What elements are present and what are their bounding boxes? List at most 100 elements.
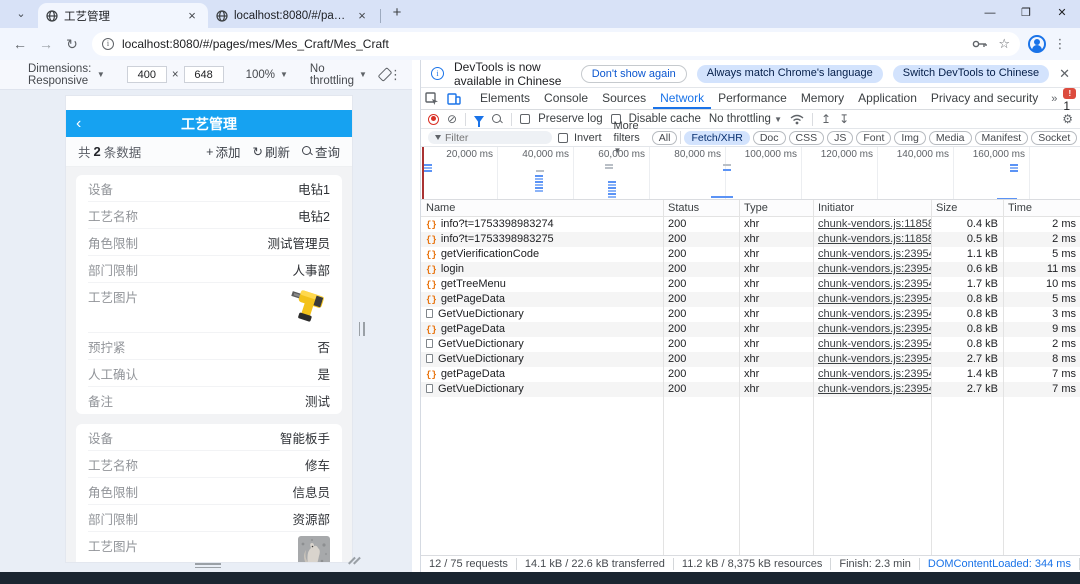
filter-chip-font[interactable]: Font — [856, 131, 891, 145]
table-row[interactable]: {}getTreeMenu200xhrchunk-vendors.js:2395… — [421, 277, 1080, 292]
invert-checkbox[interactable] — [558, 133, 568, 143]
issues-indicator[interactable]: ! 1 — [1063, 85, 1076, 113]
table-row[interactable]: {}info?t=1753398983274200xhrchunk-vendor… — [421, 217, 1080, 232]
filter-chip-manifest[interactable]: Manifest — [975, 131, 1029, 145]
password-key-icon[interactable] — [972, 39, 988, 49]
refresh-button[interactable]: ↻刷新 — [252, 142, 290, 161]
filter-chip-img[interactable]: Img — [894, 131, 926, 145]
height-input[interactable] — [184, 66, 224, 83]
column-header-status[interactable]: Status — [663, 200, 739, 216]
bookmark-star-icon[interactable]: ☆ — [998, 36, 1010, 52]
craft-image-drill[interactable] — [290, 287, 330, 325]
browser-menu-icon[interactable]: ⋮ — [1048, 36, 1072, 52]
filter-chip-all[interactable]: All — [652, 131, 678, 145]
throttling-select[interactable]: No throttling ▼ — [709, 113, 782, 125]
table-row[interactable]: GetVueDictionary200xhrchunk-vendors.js:2… — [421, 352, 1080, 367]
network-settings-gear-icon[interactable]: ⚙ — [1062, 112, 1073, 126]
export-har-icon[interactable]: ↧ — [839, 112, 849, 126]
preserve-log-checkbox[interactable] — [520, 114, 530, 124]
column-header-type[interactable]: Type — [739, 200, 813, 216]
filter-funnel-icon[interactable] — [474, 116, 484, 123]
table-row[interactable]: {}getPageData200xhrchunk-vendors.js:2395… — [421, 322, 1080, 337]
devtools-tab-network[interactable]: Network — [653, 88, 711, 109]
back-button[interactable]: ← — [8, 36, 32, 52]
filter-chip-socket[interactable]: Socket — [1031, 131, 1077, 145]
craft-image-squirrel[interactable] — [298, 536, 330, 562]
devtools-tab-privacy-and-security[interactable]: Privacy and security — [924, 88, 1045, 109]
width-input[interactable] — [127, 66, 167, 83]
column-header-time[interactable]: Time — [1003, 200, 1080, 216]
record-button[interactable] — [428, 114, 439, 125]
initiator-link[interactable]: chunk-vendors.js:23954 — [818, 368, 931, 380]
table-row[interactable]: {}getVierificationCode200xhrchunk-vendor… — [421, 247, 1080, 262]
network-overview-timeline[interactable]: 20,000 ms40,000 ms60,000 ms80,000 ms100,… — [421, 147, 1080, 200]
filter-input[interactable] — [445, 132, 545, 144]
filter-chip-media[interactable]: Media — [929, 131, 972, 145]
table-row[interactable]: {}getPageData200xhrchunk-vendors.js:2395… — [421, 292, 1080, 307]
table-row[interactable]: {}info?t=1753398983275200xhrchunk-vendor… — [421, 232, 1080, 247]
tab-close-icon[interactable]: × — [184, 8, 200, 23]
tab-search-button[interactable]: ⌄ — [8, 5, 34, 25]
device-toolbar-toggle-icon[interactable] — [447, 93, 469, 105]
search-icon[interactable] — [492, 114, 503, 125]
initiator-link[interactable]: chunk-vendors.js:23954 — [818, 248, 931, 260]
dont-show-again-button[interactable]: Don't show again — [581, 65, 687, 83]
devtools-tab-elements[interactable]: Elements — [473, 88, 537, 109]
initiator-link[interactable]: chunk-vendors.js:23954 — [818, 353, 931, 365]
initiator-link[interactable]: chunk-vendors.js:23954 — [818, 338, 931, 350]
pane-splitter[interactable] — [412, 60, 420, 572]
table-row[interactable]: GetVueDictionary200xhrchunk-vendors.js:2… — [421, 307, 1080, 322]
add-button[interactable]: +添加 — [206, 142, 240, 161]
throttle-select[interactable]: No throttling ▼ — [310, 63, 367, 87]
devtools-tab-performance[interactable]: Performance — [711, 88, 794, 109]
devtools-tab-sources[interactable]: Sources — [595, 88, 653, 109]
minimize-button[interactable]: — — [972, 0, 1008, 28]
site-info-icon[interactable]: i — [102, 38, 114, 50]
resize-handle-corner[interactable] — [348, 556, 357, 565]
filter-chip-js[interactable]: JS — [827, 131, 853, 145]
clear-icon[interactable]: ⊘ — [447, 112, 457, 126]
back-chevron-icon[interactable]: ‹ — [76, 110, 81, 137]
initiator-link[interactable]: chunk-vendors.js:23954 — [818, 263, 931, 275]
column-header-name[interactable]: Name — [421, 200, 663, 216]
devtools-tab-application[interactable]: Application — [851, 88, 924, 109]
resize-handle-right[interactable] — [357, 322, 366, 336]
initiator-link[interactable]: chunk-vendors.js:23954 — [818, 293, 931, 305]
import-har-icon[interactable]: ↥ — [821, 112, 831, 126]
device-toolbar-menu-icon[interactable]: ⋮ — [389, 67, 406, 83]
maximize-button[interactable]: ❐ — [1008, 0, 1044, 28]
inspect-element-icon[interactable] — [425, 92, 447, 106]
craft-card[interactable]: 设备电钻1工艺名称电钻2角色限制测试管理员部门限制人事部工艺图片 预拧紧否人工确… — [76, 175, 342, 414]
filter-chip-css[interactable]: CSS — [789, 131, 825, 145]
browser-tab-inactive[interactable]: localhost:8080/#/pages/men × — [208, 3, 378, 28]
initiator-link[interactable]: chunk-vendors.js:23954 — [818, 383, 931, 395]
initiator-link[interactable]: chunk-vendors.js:11858 — [818, 233, 931, 245]
initiator-link[interactable]: chunk-vendors.js:23954 — [818, 308, 931, 320]
table-row[interactable]: {}getPageData200xhrchunk-vendors.js:2395… — [421, 367, 1080, 382]
more-tabs-icon[interactable]: » — [1045, 93, 1063, 105]
initiator-link[interactable]: chunk-vendors.js:23954 — [818, 278, 931, 290]
zoom-select[interactable]: 100% ▼ — [246, 69, 288, 81]
resize-handle-bottom[interactable] — [195, 563, 221, 570]
initiator-link[interactable]: chunk-vendors.js:23954 — [818, 323, 931, 335]
devtools-tab-console[interactable]: Console — [537, 88, 595, 109]
match-language-button[interactable]: Always match Chrome's language — [697, 65, 883, 83]
table-row[interactable]: GetVueDictionary200xhrchunk-vendors.js:2… — [421, 337, 1080, 352]
forward-button[interactable]: → — [34, 36, 58, 52]
new-tab-button[interactable]: + — [385, 2, 409, 26]
column-header-size[interactable]: Size — [931, 200, 1003, 216]
search-button[interactable]: 查询 — [302, 142, 340, 161]
address-bar[interactable]: i localhost:8080/#/pages/mes/Mes_Craft/M… — [92, 32, 1020, 56]
filter-chip-doc[interactable]: Doc — [753, 131, 786, 145]
initiator-link[interactable]: chunk-vendors.js:11858 — [818, 218, 931, 230]
filter-chip-fetch-xhr[interactable]: Fetch/XHR — [684, 131, 749, 145]
network-conditions-icon[interactable] — [790, 114, 804, 125]
dimensions-select[interactable]: Dimensions: Responsive ▼ — [28, 63, 105, 87]
tab-close-icon[interactable]: × — [354, 8, 370, 23]
infobar-close-icon[interactable]: ✕ — [1059, 66, 1070, 82]
devtools-tab-memory[interactable]: Memory — [794, 88, 851, 109]
browser-tab-active[interactable]: 工艺管理 × — [38, 3, 208, 28]
profile-avatar[interactable] — [1028, 35, 1046, 53]
craft-card[interactable]: 设备智能板手工艺名称修车角色限制信息员部门限制资源部工艺图片 — [76, 424, 342, 562]
column-header-initiator[interactable]: Initiator — [813, 200, 931, 216]
